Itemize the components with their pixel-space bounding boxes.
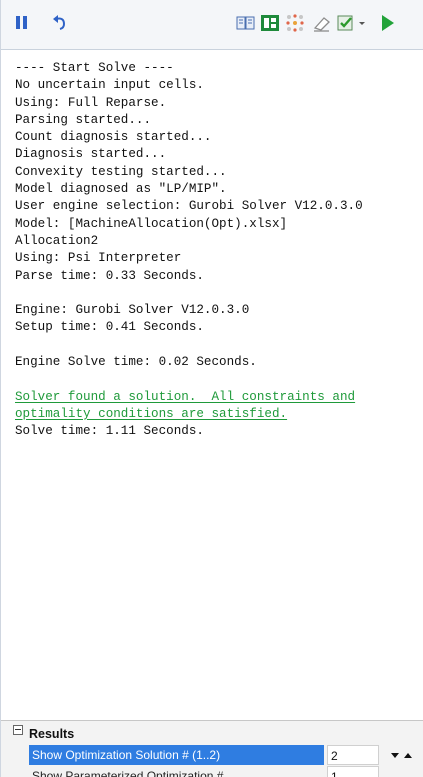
play-icon[interactable] — [377, 12, 397, 34]
log-line: Solve time: 1.11 Seconds. — [15, 424, 204, 439]
log-line: Allocation2 — [15, 233, 99, 248]
log-line: Setup time: 0.41 Seconds. — [15, 320, 204, 335]
log-line: Using: Full Reparse. — [15, 95, 167, 110]
log-line: User engine selection: Gurobi Solver V12… — [15, 199, 363, 214]
property-label: Show Parameterized Optimization # — [32, 769, 224, 777]
solver-output-log[interactable]: ---- Start Solve ---- No uncertain input … — [15, 60, 420, 700]
log-line: Model: [MachineAllocation(Opt).xlsx] — [15, 216, 288, 231]
spin-down-icon[interactable] — [389, 747, 401, 763]
results-title: Results — [29, 727, 75, 741]
solver-task-pane: ---- Start Solve ---- No uncertain input … — [0, 0, 423, 777]
toolbar — [1, 0, 423, 50]
log-line: Engine Solve time: 0.02 Seconds. — [15, 355, 257, 370]
log-line-success: Solver found a solution. All constraints… — [15, 389, 356, 404]
log-line: Convexity testing started... — [15, 164, 227, 179]
model-icon[interactable] — [284, 12, 306, 34]
log-line: ---- Start Solve ---- — [15, 61, 174, 75]
book-icon[interactable] — [235, 12, 257, 34]
spin-up-icon[interactable] — [402, 747, 414, 763]
log-line: Parse time: 0.33 Seconds. — [15, 268, 204, 283]
property-value[interactable]: 1 — [327, 766, 379, 777]
log-line: Using: Psi Interpreter — [15, 251, 182, 266]
log-line: Parsing started... — [15, 112, 152, 127]
log-line: Diagnosis started... — [15, 147, 167, 162]
undo-icon[interactable] — [49, 12, 71, 34]
log-line-success: optimality conditions are satisfied. — [15, 406, 288, 421]
erase-icon[interactable] — [311, 12, 333, 34]
results-header[interactable]: Results — [13, 725, 75, 741]
property-row-parameterized[interactable]: Show Parameterized Optimization # 1 — [29, 766, 423, 777]
collapse-icon[interactable] — [13, 725, 23, 735]
log-line: No uncertain input cells. — [15, 78, 204, 93]
chevron-down-icon[interactable] — [357, 12, 367, 34]
check-icon[interactable] — [335, 12, 357, 34]
pause-icon[interactable] — [11, 12, 33, 34]
property-value[interactable]: 2 — [327, 745, 379, 765]
log-line: Count diagnosis started... — [15, 130, 212, 145]
results-panel: Results Show Optimization Solution # (1.… — [1, 720, 423, 777]
log-line: Engine: Gurobi Solver V12.0.3.0 — [15, 303, 250, 318]
log-line: Model diagnosed as "LP/MIP". — [15, 182, 227, 197]
property-label: Show Optimization Solution # (1..2) — [29, 745, 324, 765]
property-row-solution[interactable]: Show Optimization Solution # (1..2) 2 — [29, 745, 423, 765]
grid-icon[interactable] — [259, 12, 281, 34]
